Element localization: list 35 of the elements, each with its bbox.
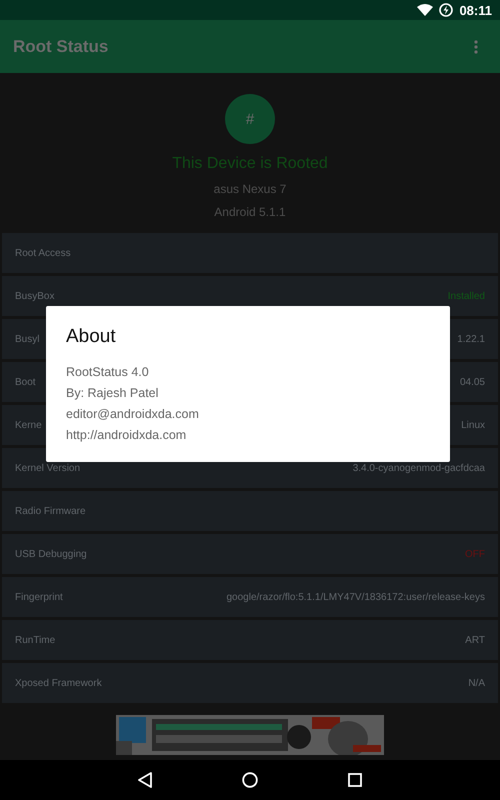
root-badge: # [225, 94, 275, 144]
app-title: Root Status [13, 36, 108, 56]
dialog-text: RootStatus 4.0 [66, 364, 150, 381]
row-value: N/A [468, 678, 485, 688]
row-value: Linux [461, 420, 485, 430]
back-icon[interactable] [138, 772, 152, 788]
row-label: Boot [15, 376, 36, 388]
row-label: Fingerprint [15, 592, 63, 602]
row-label: RunTime [15, 634, 56, 646]
dialog-text: By: Rajesh Patel [66, 385, 160, 402]
row-value: OFF [465, 548, 485, 560]
dialog-text: editor@androidxda.com [66, 406, 200, 423]
row-value: google/razor/flo:5.1.1/LMY47V/1836172:user/release-keys [226, 592, 485, 602]
row-value: 1.22.1 [457, 334, 485, 344]
row-label: Xposed Framework [15, 678, 102, 688]
recents-icon[interactable] [348, 773, 362, 787]
row-label: Busyl [15, 334, 40, 344]
row-label: BusyBox [15, 290, 54, 302]
row-label: Radio Firmware [15, 506, 86, 516]
home-icon[interactable] [242, 772, 258, 788]
dialog-text: http://androidxda.com [66, 427, 188, 444]
row-label: USB Debugging [15, 548, 87, 560]
row-value: Installed [448, 290, 485, 302]
wifi-icon [417, 4, 434, 16]
android-version: Android 5.1.1 [214, 205, 286, 219]
row-label: Root Access [15, 248, 71, 258]
dialog-title: About [66, 326, 117, 348]
row-label: Kerne [15, 420, 42, 430]
row-value: 3.4.0-cyanogenmod-gacfdcaa [352, 462, 485, 474]
battery-charging-icon [439, 3, 454, 17]
clock-time: 08:11 [459, 2, 492, 18]
device-name: asus Nexus 7 [214, 182, 286, 196]
row-value: ART [465, 634, 485, 646]
row-label: Kernel Version [15, 462, 80, 474]
row-value: 04.05 [460, 376, 485, 388]
